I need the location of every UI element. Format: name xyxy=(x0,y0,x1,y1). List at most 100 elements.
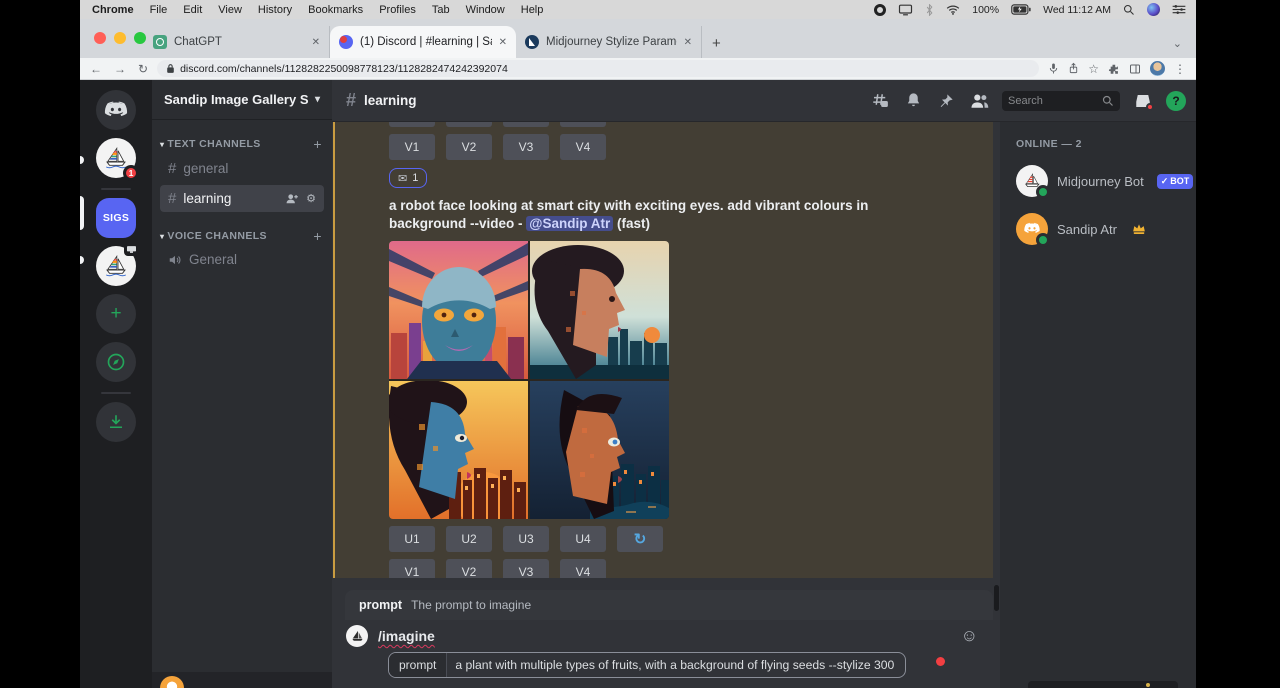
back-button[interactable]: ← xyxy=(90,62,102,76)
prompt-message-text: a robot face looking at smart city with … xyxy=(389,197,937,232)
message-scroller[interactable]: V1 V2 V3 V4 ✉ 1 a robot face looking at … xyxy=(332,122,1000,586)
close-window-button[interactable] xyxy=(94,32,106,44)
u3-button[interactable]: U3 xyxy=(503,526,549,552)
server-sigs[interactable]: SIGS xyxy=(96,198,136,238)
member-list-toggle-icon[interactable] xyxy=(969,91,989,111)
screen-record-icon[interactable] xyxy=(874,4,886,16)
control-center-icon[interactable] xyxy=(1172,4,1186,15)
menu-history[interactable]: History xyxy=(258,4,292,16)
download-apps-button[interactable] xyxy=(96,402,136,442)
extensions-puzzle-icon[interactable] xyxy=(1108,63,1120,75)
u1-button[interactable]: U1 xyxy=(389,526,435,552)
v4-button[interactable]: V4 xyxy=(560,559,606,578)
mic-icon[interactable] xyxy=(1048,62,1059,75)
discord-home-button[interactable] xyxy=(96,90,136,130)
message-input-row[interactable]: /imagine ☺ xyxy=(332,620,1000,652)
create-channel-icon[interactable]: + xyxy=(313,136,322,152)
forward-button[interactable]: → xyxy=(114,62,126,76)
bluetooth-icon[interactable] xyxy=(925,4,934,16)
envelope-reaction-badge[interactable]: ✉ 1 xyxy=(389,168,427,188)
menu-chrome[interactable]: Chrome xyxy=(92,4,134,16)
search-box[interactable] xyxy=(1002,91,1120,111)
user-panel[interactable] xyxy=(152,672,332,688)
sidebar-item-voice-general[interactable]: General xyxy=(160,247,324,272)
tab-search-chevron-icon[interactable]: ⌄ xyxy=(1173,37,1182,50)
profile-avatar[interactable] xyxy=(1150,61,1165,76)
notifications-bell-icon[interactable] xyxy=(903,91,923,111)
reroll-button[interactable]: ↻ xyxy=(617,526,663,552)
menu-bookmarks[interactable]: Bookmarks xyxy=(308,4,363,16)
imagine-command-text[interactable]: /imagine xyxy=(378,628,435,644)
u2-button[interactable]: U2 xyxy=(446,526,492,552)
channel-settings-gear-icon[interactable]: ⚙ xyxy=(306,192,316,205)
close-tab-icon[interactable]: ✕ xyxy=(312,37,320,48)
explore-servers-button[interactable] xyxy=(96,342,136,382)
chat-scrollbar[interactable] xyxy=(994,585,999,611)
member-row-midjourney-bot[interactable]: Midjourney Bot ✓BOT xyxy=(1016,162,1188,200)
inbox-icon[interactable] xyxy=(1133,91,1153,111)
menu-tab[interactable]: Tab xyxy=(432,4,450,16)
menu-edit[interactable]: Edit xyxy=(183,4,202,16)
u4-button[interactable]: U4 xyxy=(560,526,606,552)
pinned-messages-icon[interactable] xyxy=(936,91,956,111)
discord-app: 1 SIGS + xyxy=(80,80,1196,688)
minimize-window-button[interactable] xyxy=(114,32,126,44)
site-secure-icon[interactable] xyxy=(166,63,175,74)
tab-discord[interactable]: (1) Discord | #learning | Sandi ✕ xyxy=(330,26,516,58)
speaker-icon xyxy=(168,253,182,267)
server-midjourney-dm[interactable]: 1 xyxy=(96,138,136,178)
invite-people-icon[interactable] xyxy=(286,193,299,204)
v3-button[interactable]: V3 xyxy=(503,134,549,160)
reload-button[interactable]: ↻ xyxy=(138,62,148,76)
text-channels-header[interactable]: ▾ TEXT CHANNELS + xyxy=(152,136,332,152)
browser-menu-icon[interactable]: ⋮ xyxy=(1174,62,1186,76)
bookmark-star-icon[interactable]: ☆ xyxy=(1088,62,1099,76)
v2-button[interactable]: V2 xyxy=(446,559,492,578)
menu-window[interactable]: Window xyxy=(466,4,505,16)
close-tab-icon[interactable]: ✕ xyxy=(499,37,507,48)
prompt-option-field[interactable]: prompt a plant with multiple types of fr… xyxy=(388,652,906,678)
server-sandip-gallery[interactable] xyxy=(96,246,136,286)
mention-badge: 1 xyxy=(123,165,139,181)
wifi-icon[interactable] xyxy=(946,4,960,15)
sidebar-item-learning[interactable]: # learning ⚙ xyxy=(160,185,324,212)
tab-chatgpt[interactable]: ChatGPT ✕ xyxy=(144,26,330,58)
v4-button[interactable]: V4 xyxy=(560,134,606,160)
avatar[interactable] xyxy=(160,676,184,688)
display-icon[interactable] xyxy=(898,4,913,16)
slash-command-autocomplete[interactable]: prompt The prompt to imagine xyxy=(345,590,993,620)
side-panel-icon[interactable] xyxy=(1129,63,1141,75)
threads-icon[interactable] xyxy=(870,91,890,111)
avatar xyxy=(1016,165,1048,197)
v3-button[interactable]: V3 xyxy=(503,559,549,578)
menu-view[interactable]: View xyxy=(218,4,242,16)
emoji-picker-icon[interactable]: ☺ xyxy=(961,626,978,646)
tab-midjourney-docs[interactable]: Midjourney Stylize Parameter ✕ xyxy=(516,26,702,58)
create-channel-icon[interactable]: + xyxy=(313,228,322,244)
window-controls[interactable] xyxy=(94,32,146,44)
url-text[interactable]: discord.com/channels/1128282250098778123… xyxy=(180,63,508,75)
server-header[interactable]: Sandip Image Gallery Se... ▾ xyxy=(152,80,332,120)
menu-profiles[interactable]: Profiles xyxy=(379,4,416,16)
menu-file[interactable]: File xyxy=(150,4,168,16)
new-tab-button[interactable]: + xyxy=(702,35,733,58)
add-server-button[interactable]: + xyxy=(96,294,136,334)
siri-icon[interactable] xyxy=(1147,3,1160,16)
menubar-clock[interactable]: Wed 11:12 AM xyxy=(1043,4,1111,16)
v1-button[interactable]: V1 xyxy=(389,559,435,578)
close-tab-icon[interactable]: ✕ xyxy=(684,37,692,48)
help-button[interactable]: ? xyxy=(1166,91,1186,111)
v2-button[interactable]: V2 xyxy=(446,134,492,160)
member-row-sandip[interactable]: Sandip Atr xyxy=(1016,210,1188,248)
share-icon[interactable] xyxy=(1068,62,1079,75)
address-bar[interactable]: discord.com/channels/1128282250098778123… xyxy=(157,60,1039,77)
search-input[interactable] xyxy=(1008,95,1098,107)
prompt-value[interactable]: a plant with multiple types of fruits, w… xyxy=(447,658,902,672)
voice-channels-header[interactable]: ▾ VOICE CHANNELS + xyxy=(152,228,332,244)
menu-help[interactable]: Help xyxy=(521,4,544,16)
sidebar-item-general[interactable]: # general xyxy=(160,155,324,182)
spotlight-icon[interactable] xyxy=(1123,4,1135,16)
user-mention[interactable]: @Sandip Atr xyxy=(526,216,613,231)
v1-button[interactable]: V1 xyxy=(389,134,435,160)
generated-image-grid[interactable] xyxy=(389,241,669,519)
